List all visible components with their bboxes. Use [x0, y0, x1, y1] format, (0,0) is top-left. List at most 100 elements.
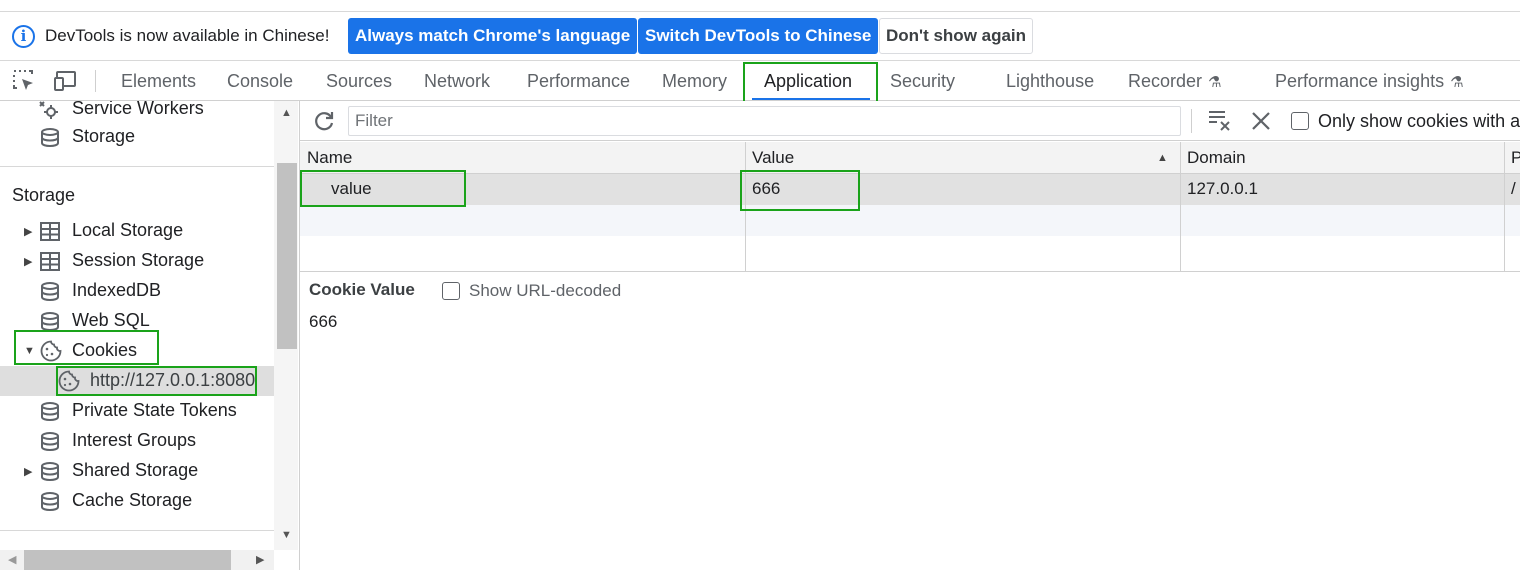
sidebar-item-label: Shared Storage: [72, 460, 199, 480]
language-infobar: i DevTools is now available in Chinese! …: [0, 11, 1520, 61]
column-header-name[interactable]: Name: [307, 148, 352, 168]
database-icon: [41, 492, 59, 511]
infobar-message: DevTools is now available in Chinese!: [45, 26, 330, 45]
device-toolbar-icon[interactable]: [54, 70, 78, 92]
column-header-domain[interactable]: Domain: [1187, 148, 1246, 168]
sidebar-divider: [0, 530, 274, 531]
show-url-decoded-checkbox[interactable]: [442, 282, 460, 300]
expand-arrow-icon[interactable]: ▶: [24, 465, 32, 478]
cookie-icon: [58, 370, 80, 392]
sidebar-vertical-scrollbar[interactable]: ▲ ▼: [274, 101, 298, 550]
sidebar-item-label: Interest Groups: [72, 430, 197, 450]
sidebar-item-cache-storage[interactable]: Cache Storage: [0, 486, 274, 516]
column-header-value[interactable]: Value: [752, 148, 794, 168]
cell-value: 666: [752, 179, 781, 198]
inspect-element-icon[interactable]: [13, 70, 37, 92]
tab-memory[interactable]: Memory: [662, 71, 727, 92]
cookie-value-text: 666: [309, 312, 338, 331]
column-separator[interactable]: [1504, 142, 1505, 272]
cookie-icon: [40, 340, 62, 362]
tab-performance[interactable]: Performance: [527, 71, 630, 92]
tab-console[interactable]: Console: [227, 71, 293, 92]
cookies-table: Name Value ▲ Domain P value 666 127.0.0.…: [300, 142, 1520, 272]
cell-path: /: [1511, 179, 1516, 198]
table-row-empty: [300, 205, 1520, 236]
database-icon: [41, 282, 59, 301]
scrollbar-thumb[interactable]: [277, 163, 297, 349]
sidebar-section-storage: Storage: [12, 185, 76, 205]
only-show-issues-checkbox[interactable]: [1291, 112, 1309, 130]
tab-application[interactable]: Application: [764, 71, 852, 92]
cookie-value-title: Cookie Value: [309, 280, 415, 299]
sidebar-item-label: Cookies: [72, 340, 138, 360]
clear-all-cookies-icon[interactable]: [1250, 110, 1272, 132]
column-separator[interactable]: [745, 142, 746, 272]
tab-recorder[interactable]: Recorder ⚗: [1128, 71, 1221, 92]
database-icon: [41, 432, 59, 451]
refresh-icon[interactable]: [312, 109, 336, 133]
sidebar-item-shared-storage[interactable]: ▶ Shared Storage: [0, 456, 274, 486]
switch-to-chinese-button[interactable]: Switch DevTools to Chinese: [638, 18, 879, 54]
only-show-issues-label: Only show cookies with a: [1318, 111, 1520, 131]
collapse-arrow-icon[interactable]: ▼: [24, 345, 35, 357]
sidebar-divider: [0, 166, 274, 167]
sidebar-item-label: Storage: [72, 126, 136, 146]
cookies-toolbar: Only show cookies with a: [300, 101, 1520, 141]
sidebar-item-label: Private State Tokens: [72, 400, 237, 420]
sidebar-item-indexeddb[interactable]: IndexedDB: [0, 276, 274, 306]
sidebar-item-label: IndexedDB: [72, 280, 162, 300]
dont-show-again-button[interactable]: Don't show again: [879, 18, 1034, 54]
sidebar-item-label: Web SQL: [72, 310, 150, 330]
tab-lighthouse[interactable]: Lighthouse: [1006, 71, 1094, 92]
database-icon: [41, 462, 59, 481]
database-icon: [41, 128, 59, 147]
tab-security[interactable]: Security: [890, 71, 955, 92]
column-separator[interactable]: [1180, 142, 1181, 272]
scroll-left-arrow-icon[interactable]: ◀: [8, 553, 16, 566]
sidebar-item-cookies[interactable]: ▼ Cookies: [0, 336, 274, 366]
application-sidebar: Service Workers Storage Storage ▶ Local …: [0, 101, 300, 570]
sidebar-item-session-storage[interactable]: ▶ Session Storage: [0, 246, 274, 276]
scroll-down-arrow-icon[interactable]: ▼: [281, 529, 292, 541]
cell-domain: 127.0.0.1: [1187, 179, 1258, 198]
tab-network[interactable]: Network: [424, 71, 490, 92]
expand-arrow-icon[interactable]: ▶: [24, 225, 32, 238]
expand-arrow-icon[interactable]: ▶: [24, 255, 32, 268]
sidebar-item-web-sql[interactable]: Web SQL: [0, 306, 274, 336]
sidebar-item-local-storage[interactable]: ▶ Local Storage: [0, 216, 274, 246]
gear-icon: [39, 101, 58, 119]
scroll-up-arrow-icon[interactable]: ▲: [281, 107, 292, 119]
sort-ascending-icon: ▲: [1157, 152, 1168, 164]
table-icon: [40, 222, 60, 241]
flask-icon: ⚗: [1450, 74, 1464, 91]
sidebar-item-label: http://127.0.0.1:8080: [90, 370, 256, 390]
sidebar-item-service-workers[interactable]: Service Workers: [0, 101, 274, 124]
scrollbar-thumb[interactable]: [24, 550, 231, 570]
cell-name: value: [331, 179, 372, 198]
clear-filtered-cookies-icon[interactable]: [1208, 109, 1232, 131]
column-header-path[interactable]: P: [1511, 148, 1520, 168]
sidebar-item-label: Cache Storage: [72, 490, 193, 510]
sidebar-item-label: Session Storage: [72, 250, 205, 270]
info-icon: i: [12, 25, 35, 48]
always-match-language-button[interactable]: Always match Chrome's language: [348, 18, 638, 54]
sidebar-item-label: Local Storage: [72, 220, 184, 240]
filter-input[interactable]: [348, 106, 1181, 136]
show-url-decoded-label: Show URL-decoded: [469, 281, 622, 300]
sidebar-item-cookie-origin[interactable]: http://127.0.0.1:8080: [0, 366, 274, 396]
tab-sources[interactable]: Sources: [326, 71, 392, 92]
sidebar-item-private-state-tokens[interactable]: Private State Tokens: [0, 396, 274, 426]
devtools-tab-bar: Elements Console Sources Network Perform…: [0, 62, 1520, 101]
table-icon: [40, 252, 60, 271]
scroll-right-arrow-icon[interactable]: ▶: [256, 553, 264, 566]
tab-separator: [95, 70, 96, 92]
sidebar-horizontal-scrollbar[interactable]: ◀ ▶: [0, 550, 274, 570]
tab-performance-insights[interactable]: Performance insights ⚗: [1275, 71, 1464, 92]
tab-performance-insights-label: Performance insights: [1275, 71, 1445, 91]
table-row[interactable]: value 666 127.0.0.1 /: [300, 174, 1520, 205]
sidebar-item-storage-overview[interactable]: Storage: [0, 122, 274, 152]
tab-elements[interactable]: Elements: [121, 71, 196, 92]
sidebar-item-interest-groups[interactable]: Interest Groups: [0, 426, 274, 456]
toolbar-separator: [1191, 109, 1192, 133]
table-header: Name Value ▲ Domain P: [300, 142, 1520, 174]
